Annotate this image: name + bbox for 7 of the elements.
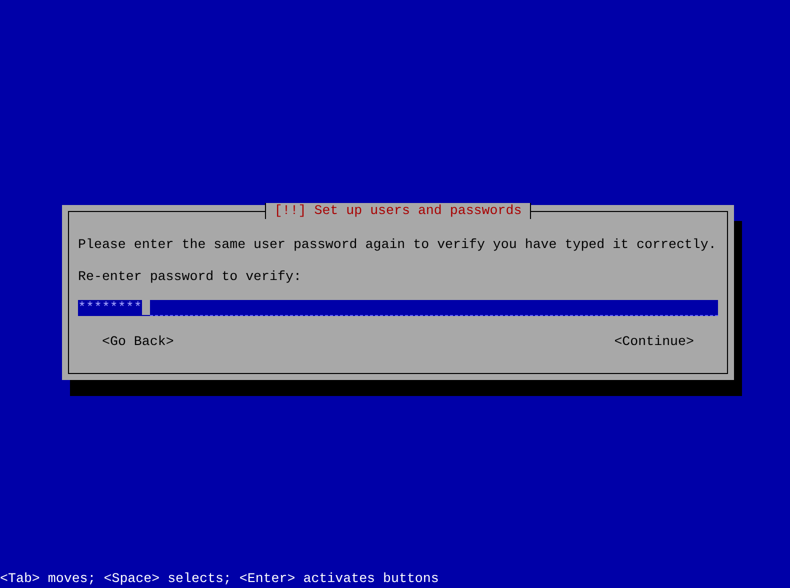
field-label: Re-enter password to verify: <box>78 269 302 285</box>
dialog-button[interactable]: <Continue> <box>614 334 694 350</box>
dialog-message: Please enter the same user password again to verify you have typed it correctly. <box>78 237 718 253</box>
dialog-title: [!!] Set up users and passwords <box>265 203 531 219</box>
dialog-button[interactable]: <Go Back> <box>102 334 174 350</box>
key-help-text: <Tab> moves; <Space> selects; <Enter> activates buttons <box>0 571 440 587</box>
password-value: ******** <box>78 300 142 316</box>
